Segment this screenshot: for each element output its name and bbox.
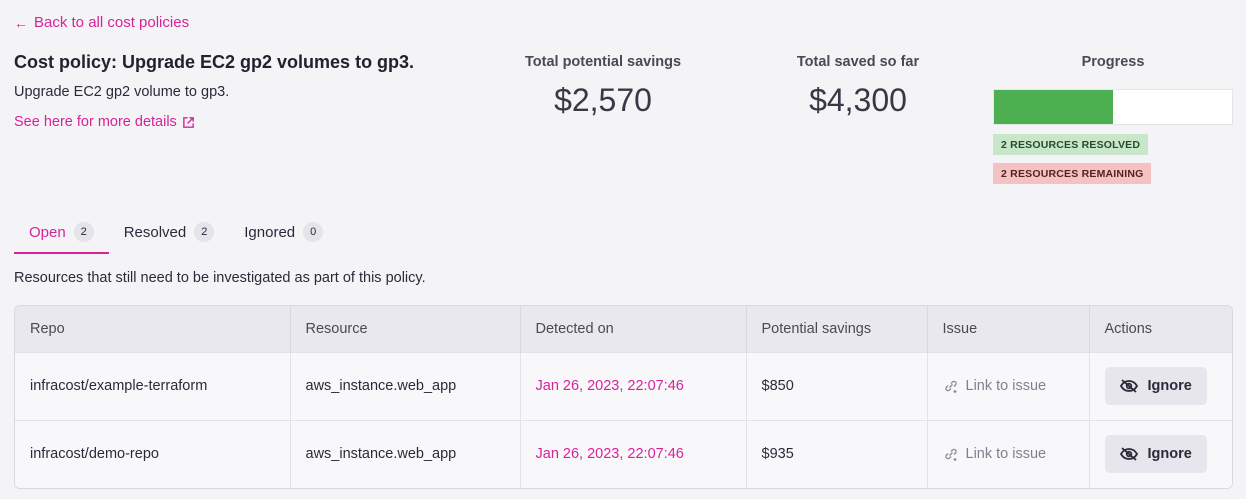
ignore-button[interactable]: Ignore bbox=[1104, 435, 1207, 474]
tab-open[interactable]: Open 2 bbox=[14, 218, 109, 254]
page-title: Cost policy: Upgrade EC2 gp2 volumes to … bbox=[14, 52, 415, 72]
progress-label: Progress bbox=[1081, 54, 1145, 70]
back-link[interactable]: ← Back to all cost policies bbox=[14, 14, 189, 31]
cell-resource: aws_instance.web_app bbox=[290, 351, 521, 420]
cell-actions: Ignore bbox=[1089, 419, 1232, 488]
column-header-actions: Actions bbox=[1089, 306, 1232, 352]
tab-open-label: Open bbox=[29, 224, 66, 241]
column-header-detected-on[interactable]: Detected on bbox=[520, 306, 747, 352]
cell-savings: $850 bbox=[746, 351, 928, 420]
tab-ignored-label: Ignored bbox=[244, 224, 296, 241]
ignore-button[interactable]: Ignore bbox=[1104, 367, 1207, 405]
cell-issue: Link to issue bbox=[927, 351, 1090, 420]
column-header-resource[interactable]: Resource bbox=[290, 306, 521, 352]
table-row: infracost/demo-repo aws_instance.web_app… bbox=[15, 419, 1232, 488]
saved-value: $4,300 bbox=[809, 82, 907, 118]
eye-off-icon bbox=[1119, 447, 1138, 461]
tab-resolved-label: Resolved bbox=[123, 224, 187, 241]
policy-description: Upgrade EC2 gp2 volume to gp3. bbox=[14, 84, 230, 100]
cell-repo: infracost/example-terraform bbox=[15, 351, 291, 420]
progress-bar bbox=[993, 89, 1233, 125]
saved-label: Total saved so far bbox=[796, 54, 920, 70]
back-link-label: Back to all cost policies bbox=[34, 14, 190, 31]
cell-actions: Ignore bbox=[1089, 351, 1232, 420]
link-to-issue-button[interactable]: Link to issue bbox=[943, 378, 1089, 394]
arrow-left-icon: ← bbox=[14, 14, 28, 31]
potential-savings-label: Total potential savings bbox=[524, 54, 682, 70]
link-to-issue-button[interactable]: Link to issue bbox=[943, 446, 1089, 462]
cell-detected-on: Jan 26, 2023, 22:07:46 bbox=[520, 351, 747, 420]
ignore-button-label: Ignore bbox=[1147, 446, 1192, 463]
link-plus-icon bbox=[944, 380, 957, 393]
cell-resource: aws_instance.web_app bbox=[290, 419, 521, 488]
tab-ignored-count: 0 bbox=[303, 222, 324, 242]
cell-savings: $935 bbox=[746, 419, 928, 488]
progress-fill bbox=[994, 90, 1113, 124]
resolved-badge: 2 RESOURCES RESOLVED bbox=[993, 134, 1149, 155]
tab-resolved-count: 2 bbox=[194, 222, 215, 242]
tab-open-count: 2 bbox=[73, 222, 94, 242]
remaining-badge: 2 RESOURCES REMAINING bbox=[993, 163, 1152, 184]
table-row: infracost/example-terraform aws_instance… bbox=[15, 351, 1232, 420]
resources-table: Repo Resource Detected on Potential savi… bbox=[14, 305, 1233, 489]
link-to-issue-label: Link to issue bbox=[965, 446, 1047, 463]
table-header-row: Repo Resource Detected on Potential savi… bbox=[15, 306, 1232, 352]
total-saved: Total saved so far $4,300 bbox=[770, 54, 946, 119]
column-header-potential-savings[interactable]: Potential savings bbox=[746, 306, 928, 352]
details-link[interactable]: See here for more details bbox=[14, 114, 195, 130]
cell-repo: infracost/demo-repo bbox=[15, 419, 291, 488]
column-header-repo[interactable]: Repo bbox=[15, 306, 291, 352]
potential-savings-value: $2,570 bbox=[554, 82, 652, 118]
link-to-issue-label: Link to issue bbox=[965, 378, 1047, 394]
total-potential-savings: Total potential savings $2,570 bbox=[500, 54, 706, 119]
details-link-label: See here for more details bbox=[14, 114, 177, 130]
tab-resolved[interactable]: Resolved 2 bbox=[109, 218, 230, 254]
link-plus-icon bbox=[944, 449, 957, 462]
cell-detected-on: Jan 26, 2023, 22:07:46 bbox=[520, 419, 747, 488]
ignore-button-label: Ignore bbox=[1147, 378, 1192, 394]
tabs: Open 2 Resolved 2 Ignored 0 bbox=[14, 218, 338, 254]
tab-ignored[interactable]: Ignored 0 bbox=[229, 218, 338, 254]
external-link-icon bbox=[182, 116, 194, 128]
eye-off-icon bbox=[1119, 379, 1138, 393]
section-description: Resources that still need to be investig… bbox=[14, 270, 426, 286]
column-header-issue: Issue bbox=[927, 306, 1090, 352]
cell-issue: Link to issue bbox=[927, 419, 1090, 488]
